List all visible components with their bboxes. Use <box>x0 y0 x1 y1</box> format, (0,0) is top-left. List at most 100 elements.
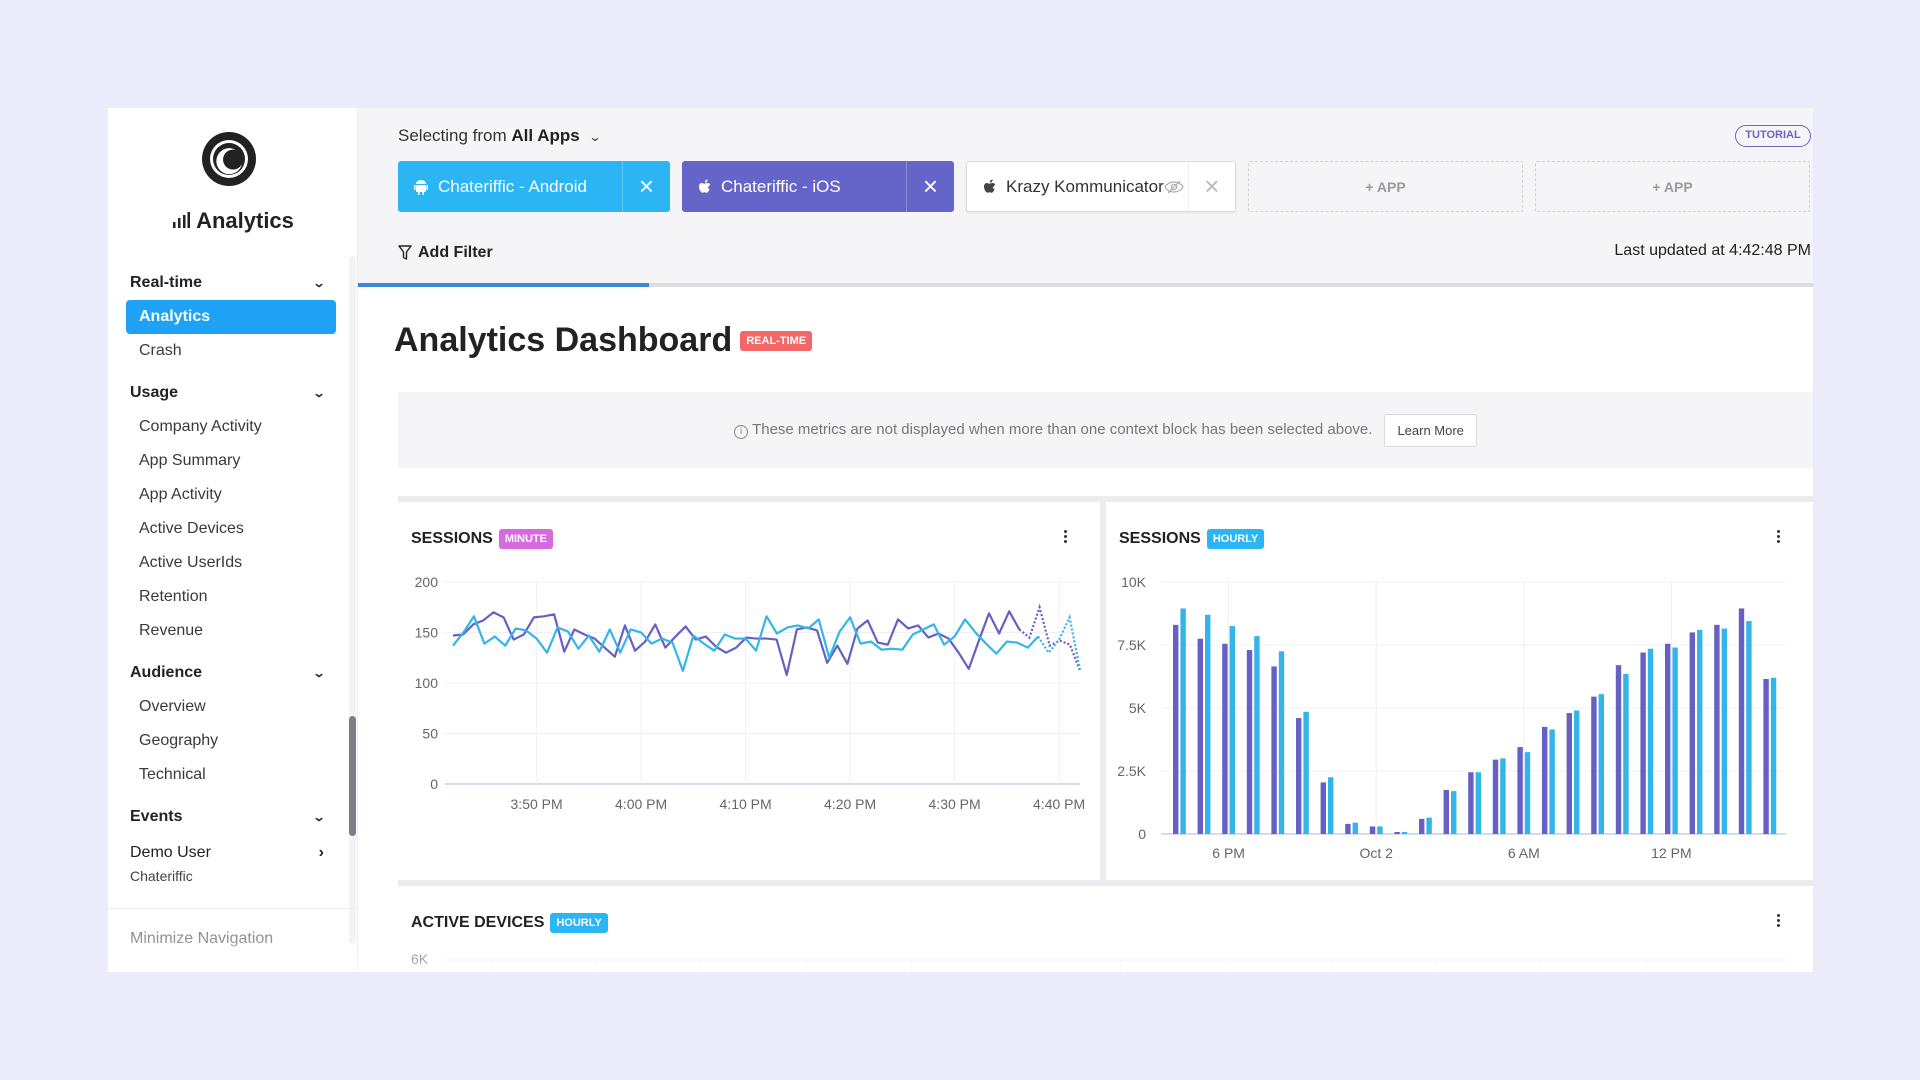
bar <box>1500 758 1506 834</box>
add-app-button[interactable]: + APP <box>1248 161 1523 212</box>
eye-slash-icon[interactable] <box>1164 180 1184 194</box>
add-filter-label: Add Filter <box>418 244 493 261</box>
sidebar-item-revenue[interactable]: Revenue <box>126 614 336 648</box>
remove-app-button[interactable]: × <box>623 161 670 212</box>
minimize-navigation-button[interactable]: Minimize Navigation <box>130 930 273 948</box>
y-tick-label: 50 <box>422 726 438 742</box>
bar <box>1328 777 1334 834</box>
bar <box>1229 626 1236 834</box>
bar <box>1426 817 1432 834</box>
sessions-hourly-panel: SESSIONS HOURLY 0 2.5K 5K 7.5K 10K 6 PM Oct 2 6… <box>1106 502 1813 880</box>
bar <box>1763 679 1769 834</box>
bar <box>1222 643 1228 834</box>
nav-section-label: Events <box>130 808 183 825</box>
realtime-badge: REAL-TIME <box>740 330 813 351</box>
bar <box>1738 608 1745 834</box>
app-chip-label: Krazy Kommunicator <box>1006 176 1164 196</box>
info-message: i These metrics are not displayed when mo… <box>734 421 1372 439</box>
bar <box>1352 822 1359 834</box>
sidebar-item-company-activity[interactable]: Company Activity <box>126 410 336 444</box>
bar <box>1549 729 1555 834</box>
sidebar-item-geography[interactable]: Geography <box>126 724 336 758</box>
chevron-down-icon: ⌄ <box>312 666 326 680</box>
x-tick-label: 3:50 PM <box>511 796 563 812</box>
app-chip-ios[interactable]: Chateriffic - iOS × <box>682 161 954 212</box>
info-text: These metrics are not displayed when mor… <box>752 421 1373 438</box>
divider <box>108 908 358 909</box>
sidebar-item-analytics[interactable]: Analytics <box>126 300 336 334</box>
sessions-minute-panel: SESSIONS MINUTE 0 50 100 150 200 3:50 PM 4:00 … <box>398 502 1100 880</box>
remove-app-button[interactable]: × <box>1189 162 1235 211</box>
app-logo-icon <box>202 132 256 186</box>
close-icon: × <box>1204 171 1220 201</box>
y-tick-label: 5K <box>1129 700 1147 716</box>
bar <box>1303 711 1309 834</box>
app-chip-krazy-kommunicator[interactable]: Krazy Kommunicator × <box>966 161 1236 212</box>
sidebar-scrollbar[interactable] <box>349 256 356 944</box>
sidebar-item-app-activity[interactable]: App Activity <box>126 478 336 512</box>
bar <box>1665 643 1671 834</box>
sidebar-item-overview[interactable]: Overview <box>126 690 336 724</box>
bar <box>1524 752 1531 834</box>
minute-badge: MINUTE <box>498 529 553 549</box>
app-chip-android[interactable]: Chateriffic - Android × <box>398 161 670 212</box>
sidebar-item-active-devices[interactable]: Active Devices <box>126 512 336 546</box>
app-selector-header: Selecting from All Apps ⌄ TUTORIAL Chate… <box>358 108 1813 287</box>
main-content: Selecting from All Apps ⌄ TUTORIAL Chate… <box>358 108 1813 972</box>
x-tick-label: 4:00 PM <box>615 796 667 812</box>
nav-section-label: Audience <box>130 664 203 681</box>
bar <box>1623 673 1629 834</box>
active-devices-chart: 6K <box>411 951 1788 972</box>
bar <box>1640 652 1646 834</box>
apple-icon <box>699 178 711 193</box>
app-chip-label: Chateriffic - Android <box>438 176 587 196</box>
close-icon: × <box>638 171 655 201</box>
nav-section-usage[interactable]: Usage ⌄ <box>126 376 336 410</box>
bar <box>1566 713 1573 834</box>
nav-section-audience[interactable]: Audience ⌄ <box>126 656 336 690</box>
sidebar-nav: Real-time ⌄ Analytics Crash Usage ⌄ Comp… <box>126 266 336 884</box>
bar <box>1598 694 1605 834</box>
nav-section-real-time[interactable]: Real-time ⌄ <box>126 266 336 300</box>
remove-app-button[interactable]: × <box>907 161 954 212</box>
nav-section-events[interactable]: Events ⌄ <box>126 800 336 834</box>
bar <box>1271 666 1277 834</box>
more-options-icon[interactable] <box>1060 528 1070 545</box>
sidebar-item-retention[interactable]: Retention <box>126 580 336 614</box>
learn-more-button[interactable]: Learn More <box>1384 413 1477 447</box>
app-scope-dropdown[interactable]: Selecting from All Apps ⌄ <box>398 126 602 146</box>
scrollbar-thumb[interactable] <box>349 716 356 836</box>
add-app-button[interactable]: + APP <box>1535 161 1810 212</box>
sessions-line-chart: 0 50 100 150 200 3:50 PM 4:00 PM 4:10 PM 4:20 PM… <box>415 574 1086 812</box>
info-icon: i <box>734 425 749 439</box>
more-options-icon[interactable] <box>1773 528 1783 545</box>
bar <box>1689 632 1696 834</box>
selecting-prefix: Selecting from <box>398 126 507 145</box>
add-filter-button[interactable]: Add Filter <box>398 244 493 262</box>
hourly-badge: HOURLY <box>550 913 608 933</box>
user-menu[interactable]: Demo User › <box>126 834 336 862</box>
sidebar-item-technical[interactable]: Technical <box>126 758 336 792</box>
panel-title-text: SESSIONS <box>411 530 493 547</box>
bar <box>1591 696 1597 834</box>
panel-title: ACTIVE DEVICES HOURLY <box>411 913 608 933</box>
x-tick-label: 12 PM <box>1651 845 1691 861</box>
filter-icon <box>398 245 412 260</box>
more-options-icon[interactable] <box>1773 912 1783 929</box>
bar <box>1492 759 1499 834</box>
sidebar-item-app-summary[interactable]: App Summary <box>126 444 336 478</box>
y-tick-label: 200 <box>415 574 439 590</box>
sidebar-item-active-userids[interactable]: Active UserIds <box>126 546 336 580</box>
bar <box>1770 677 1777 834</box>
chevron-down-icon: ⌄ <box>312 810 326 824</box>
panel-title-text: ACTIVE DEVICES <box>411 914 545 931</box>
bar <box>1468 772 1474 834</box>
bar <box>1574 710 1580 834</box>
sidebar-item-crash[interactable]: Crash <box>126 334 336 368</box>
selecting-value: All Apps <box>511 126 580 145</box>
app-window: Analytics Real-time ⌄ Analytics Crash Us… <box>108 108 1813 972</box>
bar <box>1672 647 1678 834</box>
tutorial-button[interactable]: TUTORIAL <box>1735 125 1811 147</box>
bar <box>1401 831 1408 834</box>
bar <box>1377 826 1383 834</box>
